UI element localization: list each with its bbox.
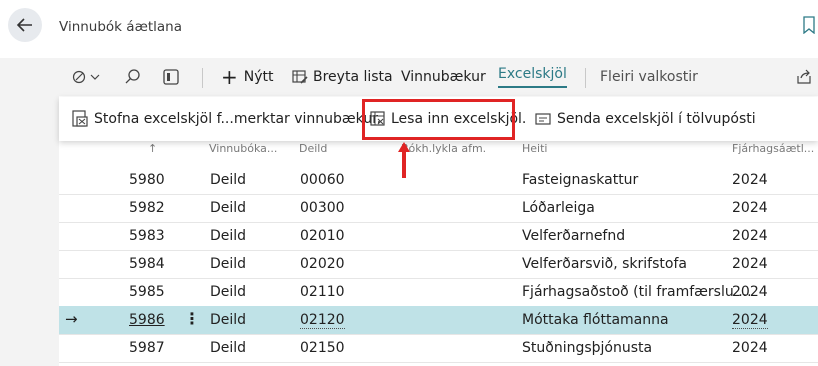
column-header-dept[interactable]: Deild	[299, 142, 327, 155]
excel-menu-tab[interactable]: Excelskjöl	[498, 58, 567, 96]
row-name: Velferðarnefnd	[522, 228, 626, 244]
table-row[interactable]: 5982 Deild 00300 Lóðarleiga 2024	[59, 194, 818, 223]
row-year: 2024	[732, 228, 768, 244]
mail-icon	[535, 113, 551, 125]
row-type: Deild	[210, 340, 247, 356]
layout-icon	[163, 69, 179, 85]
row-dept: 00300	[300, 200, 345, 216]
excel-label: Excelskjöl	[498, 66, 567, 88]
send-excel-label: Senda excelskjöl í tölvupósti	[557, 111, 756, 127]
annotation-arrow-shaft	[402, 151, 406, 178]
row-number[interactable]: 5982	[129, 200, 165, 216]
sort-arrow-header[interactable]: ↑	[148, 142, 157, 155]
layout-button[interactable]	[162, 58, 180, 96]
row-dept: 00060	[300, 172, 345, 188]
arrow-left-icon	[16, 18, 32, 32]
page-title: Vinnubók áætlana	[59, 19, 182, 35]
row-dept: 02150	[300, 340, 345, 356]
row-dept: 02020	[300, 256, 345, 272]
row-year: 2024	[732, 172, 768, 188]
column-header-workbook[interactable]: Vinnubóka...	[209, 142, 277, 155]
row-number[interactable]: 5987	[129, 340, 165, 356]
new-label: Nýtt	[243, 69, 274, 85]
row-name: Stuðningsþjónusta	[522, 340, 653, 356]
row-menu-icon[interactable]: ⋮	[184, 309, 200, 328]
more-options-button[interactable]: Fleiri valkostir	[600, 58, 698, 96]
workbooks-menu[interactable]: Vinnubækur	[401, 58, 486, 96]
row-year: 2024	[732, 340, 768, 356]
row-year: 2024	[732, 200, 768, 216]
row-number[interactable]: 5984	[129, 256, 165, 272]
row-name: Lóðarleiga	[522, 200, 595, 216]
send-excel-menu-item[interactable]: Senda excelskjöl í tölvupósti	[534, 97, 756, 141]
row-number[interactable]: 5986	[129, 312, 165, 328]
row-number[interactable]: 5985	[129, 284, 165, 300]
row-dept: 02110	[300, 284, 345, 300]
action-bar: + Nýtt Breyta lista Vinnubækur Excelskjö…	[0, 58, 818, 96]
row-year[interactable]: 2024	[732, 312, 768, 329]
row-name: Velferðarsvið, skrifstofa	[522, 256, 687, 272]
table-row[interactable]: 5985 Deild 02110 Fjárhagsaðstoð (til fra…	[59, 278, 818, 307]
create-excel-label: Stofna excelskjöl f...merktar vinnubækur…	[94, 111, 382, 127]
more-options-label: Fleiri valkostir	[600, 69, 698, 85]
plus-icon: +	[221, 65, 238, 89]
row-type: Deild	[210, 172, 247, 188]
share-button[interactable]	[796, 58, 812, 96]
toolbar-divider	[202, 68, 203, 88]
workbooks-label: Vinnubækur	[401, 69, 486, 85]
row-name[interactable]: Móttaka flóttamanna	[522, 312, 669, 328]
row-name: Fjárhagsaðstoð (til framfærslu ...	[522, 284, 752, 300]
back-button[interactable]	[8, 8, 42, 42]
views-icon	[72, 70, 100, 84]
edit-list-icon	[292, 70, 308, 84]
row-dept[interactable]: 02120	[300, 312, 345, 329]
table-row-selected[interactable]: → 5986 ⋮ Deild 02120 Móttaka flóttamanna…	[59, 306, 818, 335]
row-type: Deild	[210, 256, 247, 272]
row-type[interactable]: Deild	[210, 312, 246, 328]
search-button[interactable]	[124, 58, 142, 96]
bookmark-icon[interactable]	[803, 16, 815, 34]
row-number[interactable]: 5980	[129, 172, 165, 188]
column-header-budget-year[interactable]: Fjárhagsáætl...	[732, 142, 814, 155]
edit-list-button[interactable]: Breyta lista	[292, 58, 393, 96]
row-type: Deild	[210, 284, 247, 300]
edit-list-label: Breyta lista	[313, 69, 393, 85]
column-header-name[interactable]: Heiti	[522, 142, 547, 155]
row-year: 2024	[732, 256, 768, 272]
arrow-right-icon: →	[65, 310, 78, 328]
create-excel-menu-item[interactable]: Stofna excelskjöl f...merktar vinnubækur…	[71, 97, 381, 141]
table-row[interactable]: 5980 Deild 00060 Fasteignaskattur 2024	[59, 166, 818, 195]
new-button[interactable]: + Nýtt	[221, 58, 274, 96]
table-row[interactable]: 5987 Deild 02150 Stuðningsþjónusta 2024	[59, 334, 818, 363]
row-year: 2024	[732, 284, 768, 300]
row-number[interactable]: 5983	[129, 228, 165, 244]
grid-gutter	[0, 96, 59, 366]
view-switch-button[interactable]	[72, 58, 102, 96]
highlight-annotation-box	[362, 99, 515, 140]
top-bar: Vinnubók áætlana	[0, 0, 818, 58]
table-row[interactable]: 5983 Deild 02010 Velferðarnefnd 2024	[59, 222, 818, 251]
excel-create-icon	[72, 110, 88, 127]
toolbar-divider	[585, 68, 586, 88]
column-header-account-filter[interactable]: Bókh.lykla afm.	[401, 142, 486, 155]
row-name: Fasteignaskattur	[522, 172, 639, 188]
row-dept: 02010	[300, 228, 345, 244]
share-icon	[797, 69, 811, 84]
row-type: Deild	[210, 228, 247, 244]
table-row[interactable]: 5984 Deild 02020 Velferðarsvið, skrifsto…	[59, 250, 818, 279]
search-icon	[125, 69, 140, 84]
row-type: Deild	[210, 200, 247, 216]
